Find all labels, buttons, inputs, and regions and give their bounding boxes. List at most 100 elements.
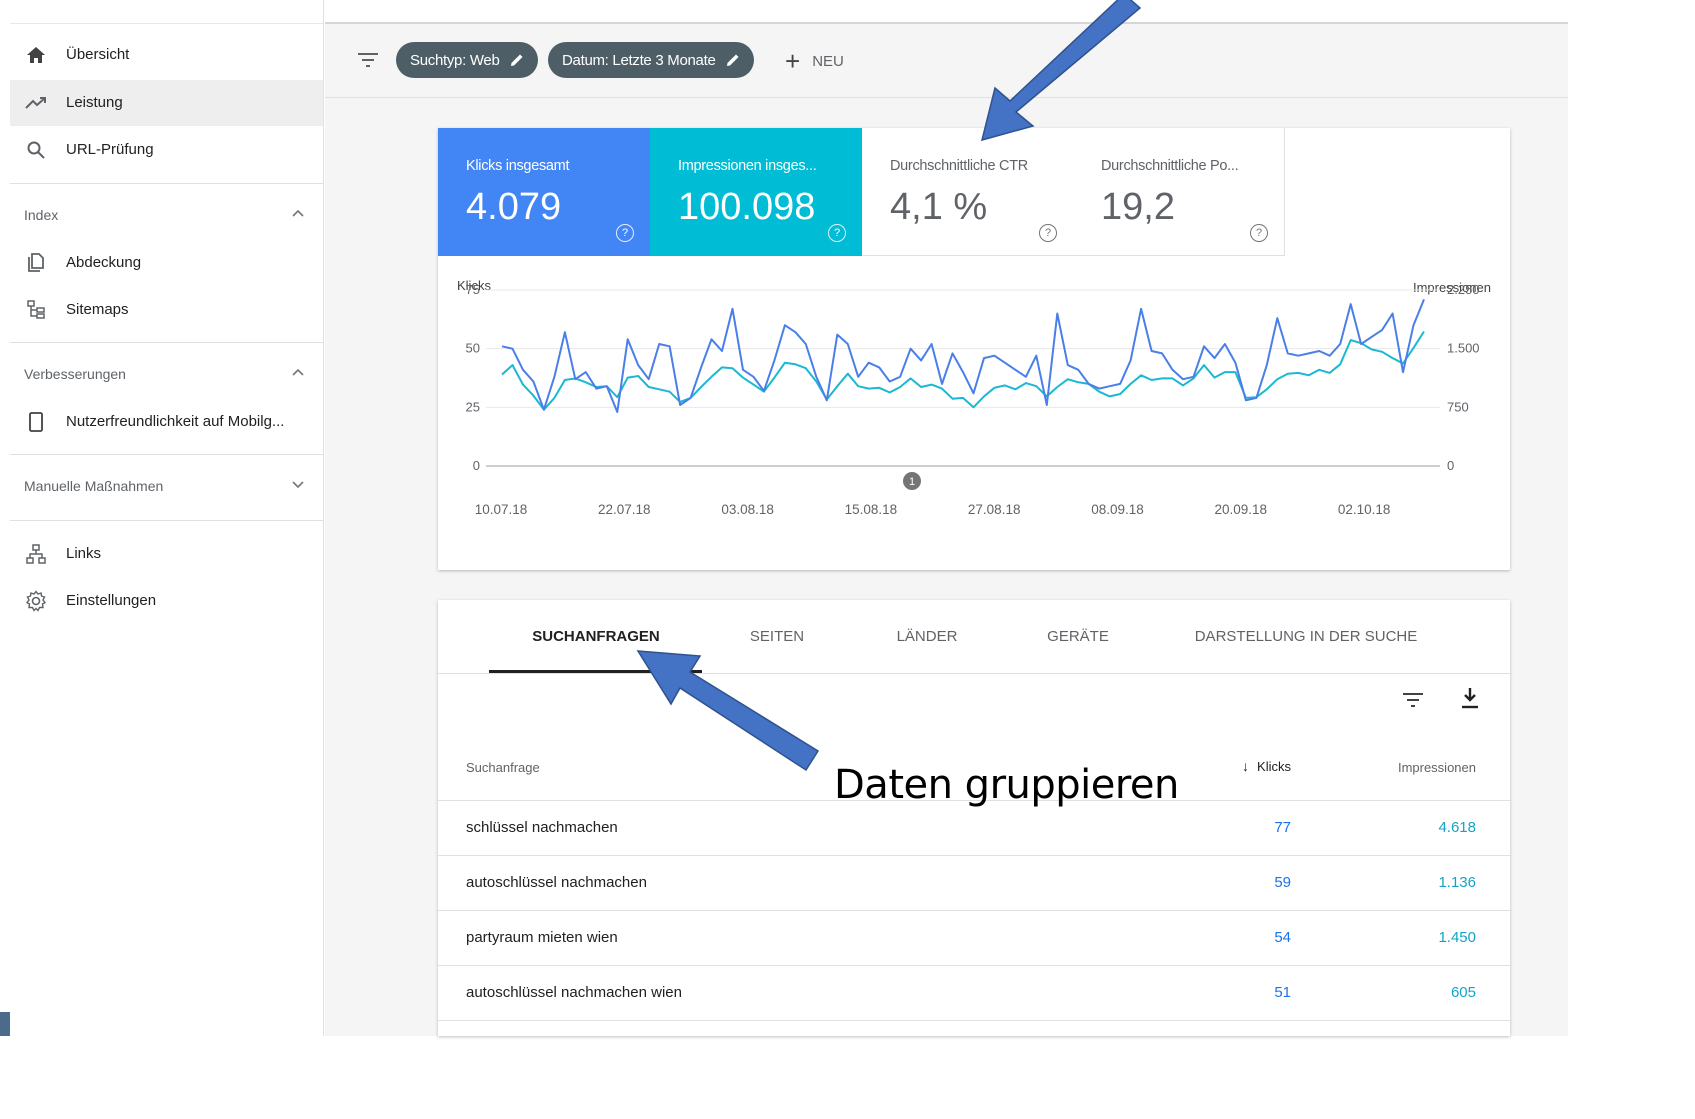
- left-tick-label: 25: [466, 399, 480, 414]
- help-icon[interactable]: ?: [616, 224, 634, 242]
- x-tick-label: 03.08.18: [721, 502, 774, 517]
- sidebar-item-label: Abdeckung: [66, 254, 142, 271]
- sidebar-divider: [10, 183, 323, 184]
- sidebar-item-coverage[interactable]: Abdeckung: [10, 240, 323, 286]
- copy-icon: [24, 252, 48, 274]
- sidebar-item-url-inspection[interactable]: URL-Prüfung: [10, 127, 323, 173]
- sidebar: Übersicht Leistung URL-Prüfung Index Abd…: [10, 0, 324, 1036]
- section-header-index[interactable]: Index: [10, 196, 323, 236]
- annotation-caption: Daten gruppieren: [834, 762, 1179, 808]
- tab-queries[interactable]: SUCHANFRAGEN: [532, 628, 660, 645]
- plus-icon: +: [785, 46, 801, 76]
- right-tick-label: 0: [1447, 458, 1454, 473]
- x-tick-label: 02.10.18: [1338, 502, 1391, 517]
- x-tick-label: 20.09.18: [1215, 502, 1268, 517]
- x-tick-label: 27.08.18: [968, 502, 1021, 517]
- search-icon: [24, 139, 48, 161]
- download-icon[interactable]: [1460, 686, 1480, 710]
- left-tick-label: 0: [473, 458, 480, 473]
- query-cell: schlüssel nachmachen: [466, 819, 618, 836]
- table-row[interactable]: partyraum mieten wien 54 1.450: [438, 911, 1510, 966]
- sidebar-item-label: Übersicht: [66, 46, 130, 63]
- sidebar-item-performance[interactable]: Leistung: [10, 80, 323, 126]
- x-tick-label: 22.07.18: [598, 502, 651, 517]
- right-tick-label: 2.250: [1447, 282, 1480, 297]
- sidebar-item-mobile-usability[interactable]: Nutzerfreundlichkeit auf Mobilg...: [10, 399, 323, 445]
- metric-value: 4,1 %: [890, 186, 988, 228]
- home-icon: [24, 44, 48, 66]
- right-tick-label: 1.500: [1447, 341, 1480, 356]
- table-row[interactable]: autoschlüssel nachmachen wien 51 605: [438, 966, 1510, 1021]
- filter-icon[interactable]: [1401, 690, 1425, 710]
- arrow-down-icon: ↓: [1242, 758, 1250, 774]
- metric-tile-position[interactable]: Durchschnittliche Po... 19,2 ?: [1073, 128, 1285, 256]
- impressions-cell: 4.618: [1438, 819, 1476, 836]
- dimension-tabs: SUCHANFRAGEN SEITEN LÄNDER GERÄTE DARSTE…: [438, 600, 1510, 674]
- table-row[interactable]: autoschlüssel nachmachen 59 1.136: [438, 856, 1510, 911]
- query-cell: autoschlüssel nachmachen wien: [466, 984, 682, 1001]
- x-tick-label: 15.08.18: [845, 502, 898, 517]
- dimensions-table-card: SUCHANFRAGEN SEITEN LÄNDER GERÄTE DARSTE…: [438, 600, 1510, 1036]
- chevron-down-icon: [292, 481, 304, 489]
- metric-tile-ctr[interactable]: Durchschnittliche CTR 4,1 % ?: [862, 128, 1074, 256]
- sidebar-divider: [10, 342, 323, 343]
- smartphone-icon: [24, 411, 48, 433]
- column-header-clicks[interactable]: ↓ Klicks: [1242, 758, 1291, 774]
- tab-devices[interactable]: GERÄTE: [1047, 628, 1109, 645]
- filter-icon[interactable]: [357, 50, 379, 70]
- sidebar-divider: [10, 520, 323, 521]
- metric-tile-clicks[interactable]: Klicks insgesamt 4.079 ?: [438, 128, 650, 256]
- chip-label: Datum: Letzte 3 Monate: [562, 51, 716, 69]
- date-range-chip[interactable]: Datum: Letzte 3 Monate: [548, 42, 754, 78]
- metric-value: 19,2: [1101, 186, 1175, 228]
- section-header-enhancements[interactable]: Verbesserungen: [10, 355, 323, 395]
- sidebar-item-label: Leistung: [66, 94, 123, 111]
- impressions-cell: 605: [1450, 984, 1476, 1001]
- performance-line-chart[interactable]: Klicks Impressionen75 2.25050 1.50025 7500 01…: [438, 278, 1510, 558]
- gear-icon: [24, 590, 48, 612]
- help-icon[interactable]: ?: [828, 224, 846, 242]
- query-cell: autoschlüssel nachmachen: [466, 874, 647, 891]
- query-cell: partyraum mieten wien: [466, 929, 618, 946]
- section-label: Verbesserungen: [24, 366, 126, 382]
- chip-label: Suchtyp: Web: [410, 51, 500, 69]
- sidebar-item-sitemaps[interactable]: Sitemaps: [10, 287, 323, 333]
- sidebar-item-settings[interactable]: Einstellungen: [10, 578, 323, 624]
- main-content: Suchtyp: Web Datum: Letzte 3 Monate + NE…: [325, 0, 1568, 1036]
- help-icon[interactable]: ?: [1039, 224, 1057, 242]
- edit-icon: [726, 54, 738, 66]
- x-tick-label: 08.09.18: [1091, 502, 1144, 517]
- sidebar-item-label: URL-Prüfung: [66, 141, 154, 158]
- column-header-label: Klicks: [1257, 758, 1291, 774]
- column-header-impressions[interactable]: Impressionen: [1398, 760, 1476, 775]
- metric-tile-impressions[interactable]: Impressionen insges... 100.098 ?: [650, 128, 862, 256]
- sidebar-divider: [10, 454, 323, 455]
- filter-bar: Suchtyp: Web Datum: Letzte 3 Monate + NE…: [325, 0, 1568, 98]
- sidebar-item-label: Nutzerfreundlichkeit auf Mobilg...: [66, 413, 285, 430]
- help-icon[interactable]: ?: [1250, 224, 1268, 242]
- tab-countries[interactable]: LÄNDER: [897, 628, 958, 645]
- chevron-up-icon: [292, 368, 304, 376]
- metric-label: Durchschnittliche CTR: [890, 158, 1028, 174]
- new-filter-label: NEU: [812, 52, 844, 70]
- search-type-chip[interactable]: Suchtyp: Web: [396, 42, 538, 78]
- left-tick-label: 50: [466, 341, 480, 356]
- sidebar-item-overview[interactable]: Übersicht: [10, 32, 323, 78]
- trending-up-icon: [24, 92, 48, 114]
- tab-search-appearance[interactable]: DARSTELLUNG IN DER SUCHE: [1195, 628, 1418, 645]
- sidebar-item-links[interactable]: Links: [10, 531, 323, 577]
- table-row[interactable]: schlüssel nachmachen 77 4.618: [438, 801, 1510, 856]
- new-filter-button[interactable]: + NEU: [785, 48, 844, 74]
- section-label: Index: [24, 207, 59, 223]
- metric-label: Durchschnittliche Po...: [1101, 158, 1239, 174]
- sidebar-item-label: Links: [66, 545, 102, 562]
- edit-icon: [510, 54, 523, 66]
- impressions-cell: 1.136: [1438, 874, 1476, 891]
- section-header-manual-actions[interactable]: Manuelle Maßnahmen: [10, 467, 323, 507]
- tab-pages[interactable]: SEITEN: [750, 628, 804, 645]
- taskbar-fragment: [0, 1012, 10, 1036]
- column-header-query[interactable]: Suchanfrage: [466, 760, 540, 775]
- series-line-klicks: [501, 299, 1425, 413]
- section-label: Manuelle Maßnahmen: [24, 478, 164, 494]
- clicks-cell: 54: [1274, 929, 1291, 946]
